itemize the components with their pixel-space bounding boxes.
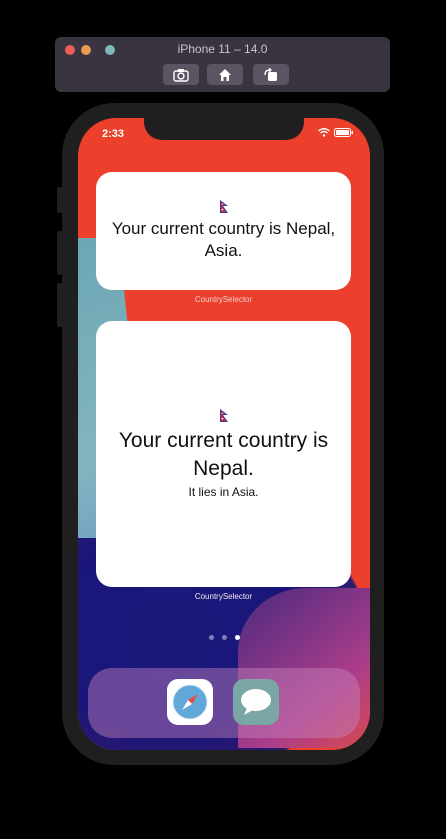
volume-down-button <box>57 283 63 327</box>
silent-switch <box>57 187 63 213</box>
safari-icon <box>172 684 208 720</box>
simulator-titlebar: iPhone 11 – 14.0 <box>55 37 390 92</box>
home-button[interactable] <box>207 64 243 85</box>
country-widget-small[interactable]: Your current country is Nepal, Asia. <box>96 172 351 290</box>
notch <box>144 118 304 140</box>
widget-app-label: CountrySelector <box>194 592 253 601</box>
page-indicator[interactable] <box>78 635 370 640</box>
status-icons <box>318 128 354 137</box>
screenshot-button[interactable] <box>163 64 199 85</box>
home-screen: 2:33 Your current country is Nepal, Asia… <box>78 118 370 750</box>
messages-icon <box>241 689 271 715</box>
battery-icon <box>334 128 353 137</box>
page-dot[interactable] <box>208 635 214 640</box>
nepal-flag-icon <box>219 200 228 213</box>
widget-country-text: Your current country is Nepal, Asia. <box>111 219 336 260</box>
widget-continent-text: It lies in Asia. <box>188 485 259 499</box>
status-time: 2:33 <box>102 128 125 140</box>
nepal-flag-icon <box>219 409 228 422</box>
page-dot[interactable] <box>221 635 227 640</box>
safari-app[interactable] <box>167 679 213 725</box>
rotate-button[interactable] <box>253 64 289 85</box>
screenshot-icon <box>173 68 189 82</box>
simulator-title: iPhone 11 – 14.0 <box>177 42 268 56</box>
home-icon <box>219 68 231 81</box>
messages-app[interactable] <box>233 679 279 725</box>
volume-up-button <box>57 231 63 275</box>
rotate-icon <box>264 67 277 81</box>
widget-country-text: Your current country is Nepal. <box>118 429 329 480</box>
dock <box>88 668 360 738</box>
widget-app-label: CountrySelector <box>194 295 253 304</box>
wifi-icon <box>318 128 330 137</box>
country-widget-large[interactable]: Your current country is Nepal. It lies i… <box>96 321 351 587</box>
page-dot-active[interactable] <box>234 635 240 640</box>
